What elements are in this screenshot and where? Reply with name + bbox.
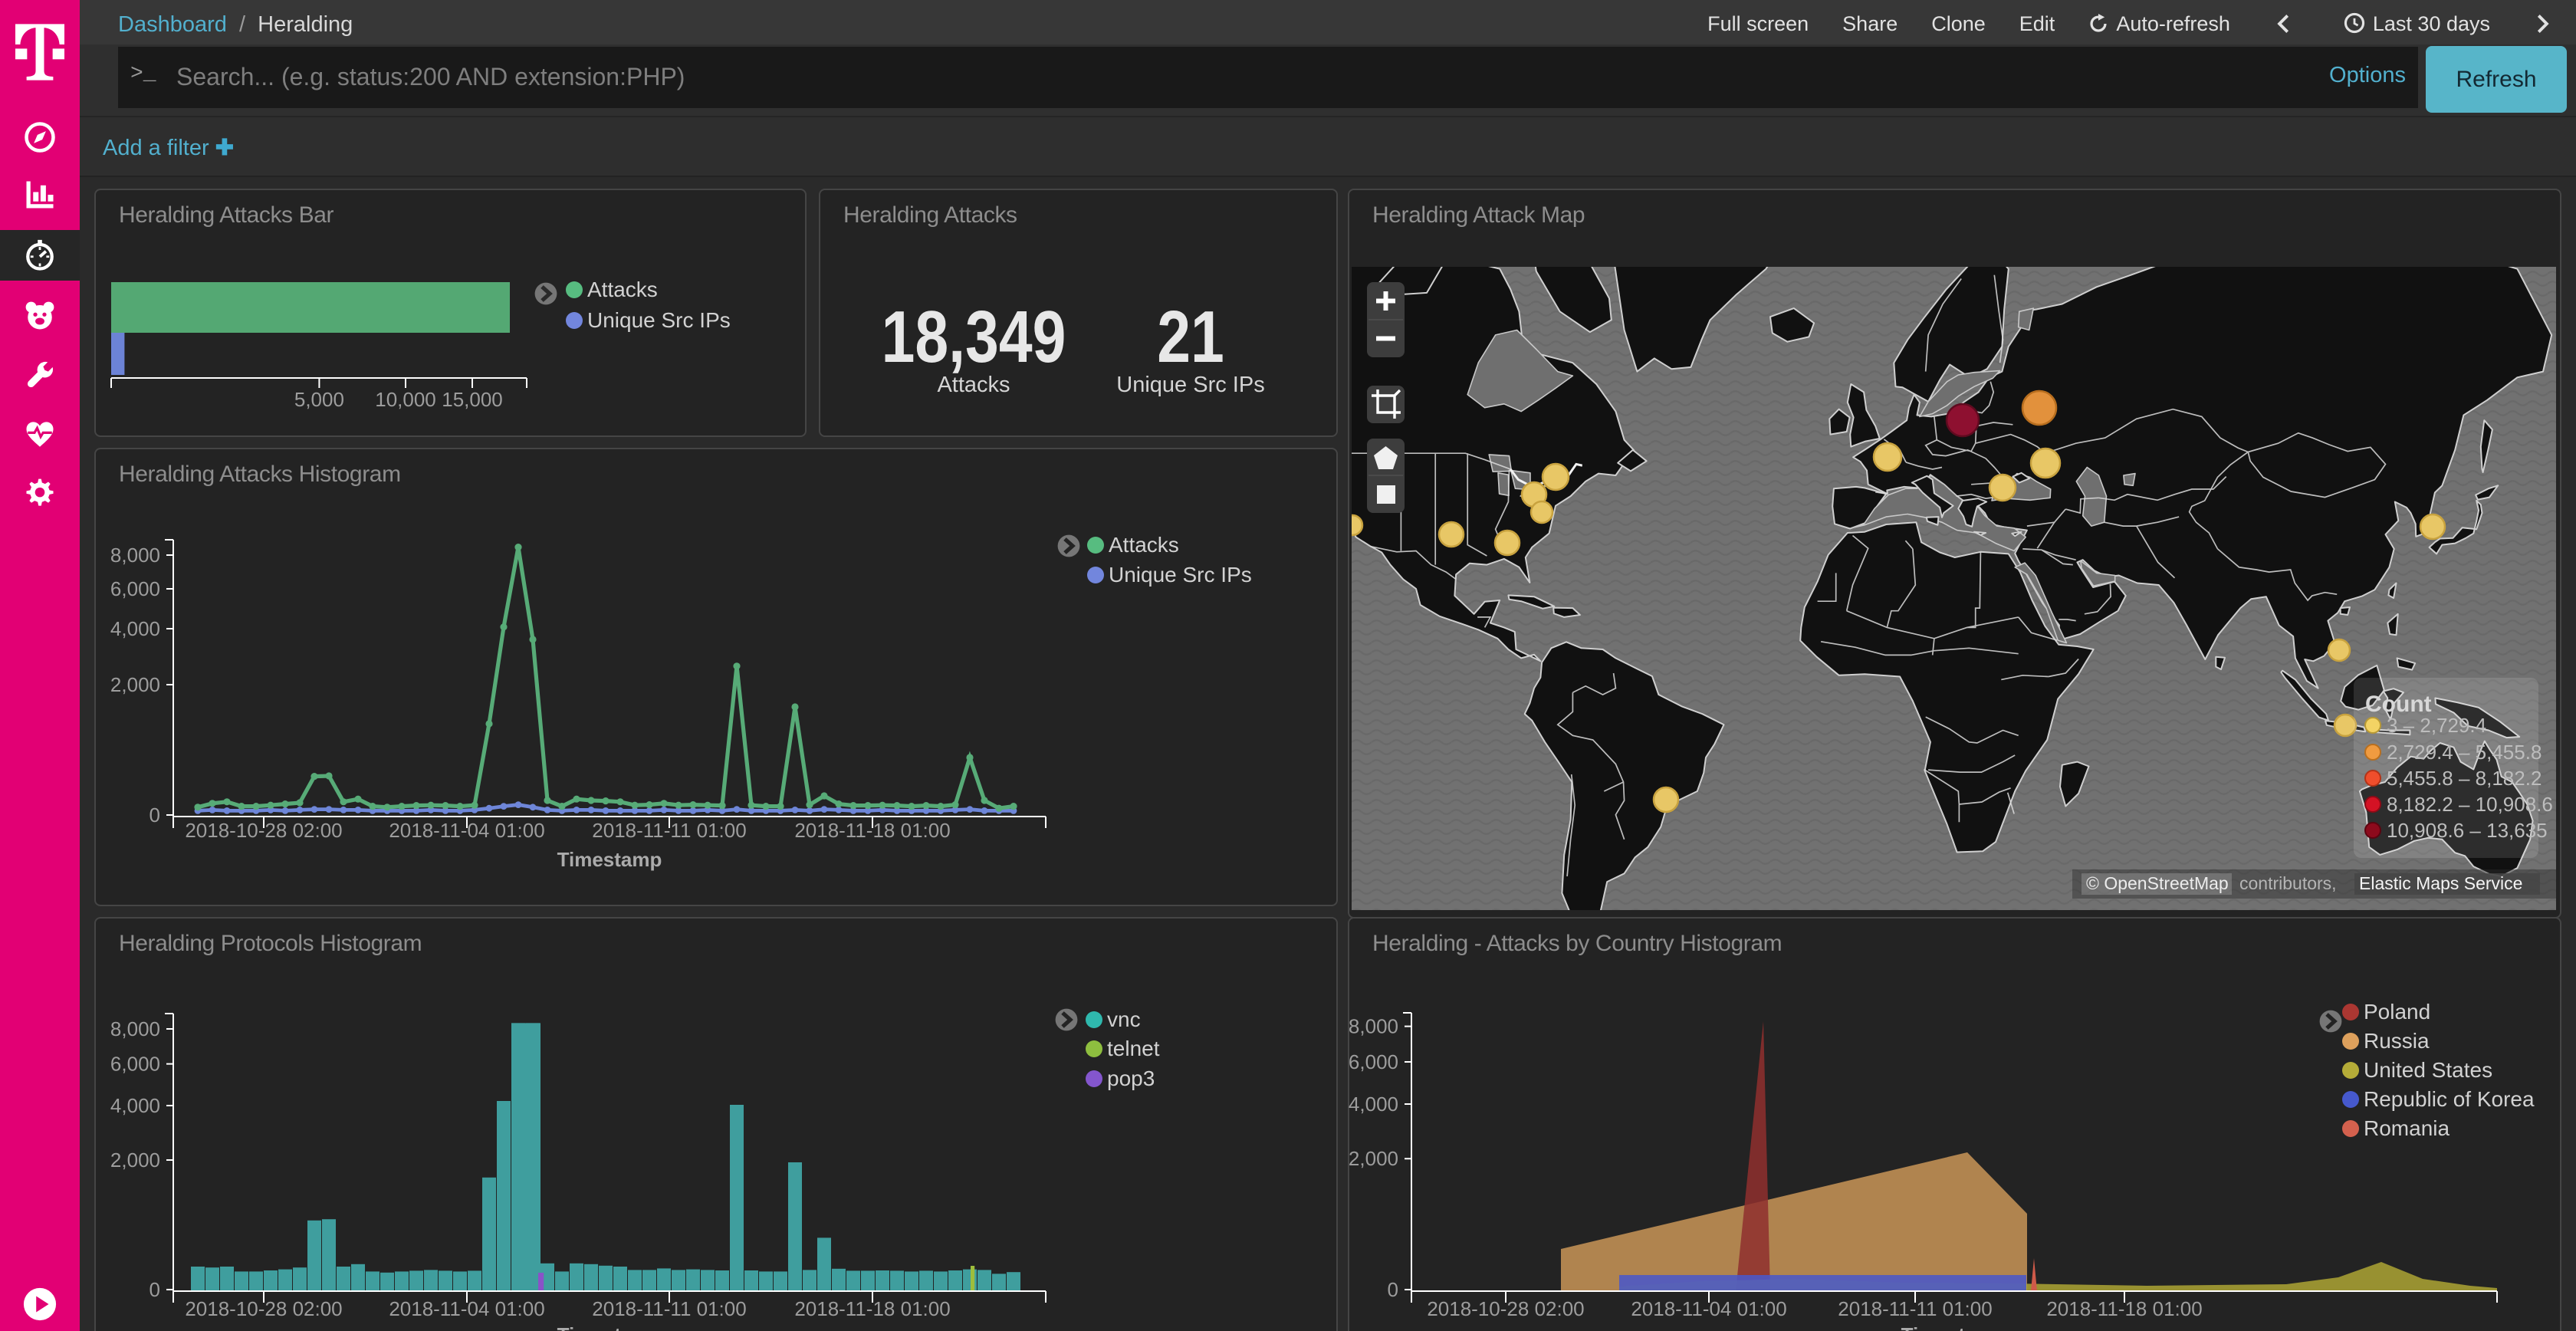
svg-text:4,000: 4,000 (110, 1094, 160, 1117)
svg-text:Russia: Russia (2364, 1029, 2430, 1053)
svg-text:Romania: Romania (2364, 1116, 2450, 1140)
svg-text:10,000: 10,000 (375, 388, 436, 411)
svg-text:Republic of Korea: Republic of Korea (2364, 1087, 2535, 1111)
svg-text:2018-10-28 02:00: 2018-10-28 02:00 (1427, 1297, 1584, 1320)
svg-text:2018-11-11 01:00: 2018-11-11 01:00 (592, 1297, 746, 1320)
svg-text:2018-11-18 01:00: 2018-11-18 01:00 (794, 1297, 950, 1320)
svg-text:Attacks: Attacks (587, 278, 658, 301)
svg-text:2,000: 2,000 (1349, 1147, 1398, 1170)
svg-text:2018-11-18 01:00: 2018-11-18 01:00 (794, 819, 950, 842)
svg-text:© OpenStreetMap: © OpenStreetMap (2086, 873, 2229, 893)
svg-text:Timestamp: Timestamp (557, 1323, 662, 1331)
svg-text:United States: United States (2364, 1058, 2492, 1082)
svg-text:6,000: 6,000 (1349, 1050, 1398, 1073)
svg-text:5,455.8 – 8,182.2: 5,455.8 – 8,182.2 (2387, 767, 2542, 790)
svg-text:15,000: 15,000 (442, 388, 503, 411)
svg-text:4,000: 4,000 (1349, 1093, 1398, 1116)
svg-text:5,000: 5,000 (294, 388, 344, 411)
svg-text:8,182.2 – 10,908.6: 8,182.2 – 10,908.6 (2387, 793, 2553, 816)
svg-text:8,000: 8,000 (110, 1017, 160, 1040)
svg-text:0: 0 (150, 1278, 160, 1301)
svg-text:Poland: Poland (2364, 1000, 2430, 1024)
svg-text:10,908.6 – 13,635: 10,908.6 – 13,635 (2387, 819, 2548, 842)
svg-text:8,000: 8,000 (1349, 1015, 1398, 1038)
svg-text:2018-11-11 01:00: 2018-11-11 01:00 (592, 819, 746, 842)
svg-text:2018-11-18 01:00: 2018-11-18 01:00 (2046, 1297, 2202, 1320)
svg-text:4,000: 4,000 (110, 617, 160, 640)
svg-text:pop3: pop3 (1107, 1066, 1155, 1090)
svg-text:3 – 2,729.4: 3 – 2,729.4 (2387, 714, 2486, 737)
svg-text:Unique Src IPs: Unique Src IPs (1109, 563, 1252, 587)
svg-text:2018-11-04 01:00: 2018-11-04 01:00 (389, 819, 544, 842)
svg-text:2018-11-04 01:00: 2018-11-04 01:00 (1631, 1297, 1786, 1320)
svg-text:Timestamp: Timestamp (557, 848, 662, 871)
svg-text:2,729.4 – 5,455.8: 2,729.4 – 5,455.8 (2387, 741, 2542, 764)
svg-text:contributors,: contributors, (2239, 873, 2337, 893)
svg-text:2,000: 2,000 (110, 1149, 160, 1172)
svg-text:6,000: 6,000 (110, 1053, 160, 1076)
svg-text:Attacks: Attacks (1109, 533, 1179, 557)
svg-text:2018-10-28 02:00: 2018-10-28 02:00 (185, 1297, 342, 1320)
svg-text:Timestamp: Timestamp (1901, 1323, 2006, 1331)
svg-text:0: 0 (1388, 1278, 1398, 1301)
svg-text:vnc: vnc (1107, 1007, 1141, 1031)
svg-text:Elastic Maps Service: Elastic Maps Service (2359, 873, 2522, 893)
svg-text:telnet: telnet (1107, 1037, 1160, 1060)
svg-text:8,000: 8,000 (110, 544, 160, 567)
svg-text:2,000: 2,000 (110, 673, 160, 696)
svg-text:0: 0 (150, 804, 160, 827)
svg-text:6,000: 6,000 (110, 577, 160, 600)
svg-text:2018-10-28 02:00: 2018-10-28 02:00 (185, 819, 342, 842)
svg-text:2018-11-04 01:00: 2018-11-04 01:00 (389, 1297, 544, 1320)
svg-text:2018-11-11 01:00: 2018-11-11 01:00 (1838, 1297, 1992, 1320)
svg-text:Unique Src IPs: Unique Src IPs (587, 308, 731, 332)
